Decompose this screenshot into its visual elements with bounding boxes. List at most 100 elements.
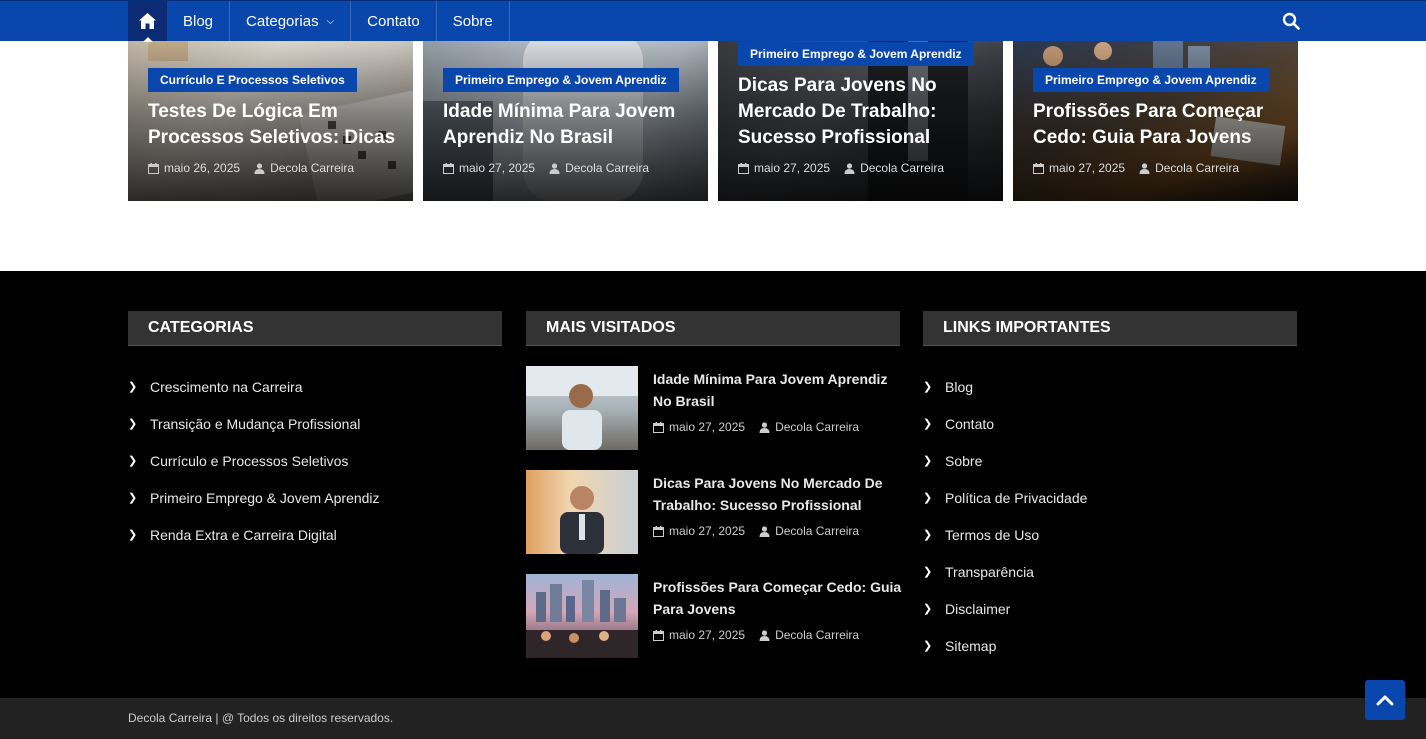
- footer-link-label: Termos de Uso: [945, 526, 1040, 543]
- calendar-icon: [653, 629, 664, 641]
- footer-link-label: Sobre: [945, 452, 983, 469]
- nav-blog[interactable]: Blog: [167, 1, 231, 41]
- chevron-right-icon: ❯: [923, 455, 933, 467]
- footer-link-label: Política de Privacidade: [945, 489, 1088, 506]
- featured-card[interactable]: Primeiro Emprego & Jovem Aprendiz Profis…: [1013, 41, 1298, 201]
- nav-contato[interactable]: Contato: [351, 1, 437, 41]
- featured-card[interactable]: Primeiro Emprego & Jovem Aprendiz Dicas …: [718, 41, 1003, 201]
- post-date: maio 27, 2025: [669, 628, 746, 642]
- category-link-label: Crescimento na Carreira: [150, 378, 303, 395]
- user-icon: [759, 629, 770, 641]
- category-link-label: Currículo e Processos Seletivos: [150, 452, 349, 469]
- category-link[interactable]: ❯ Currículo e Processos Seletivos: [128, 442, 502, 479]
- user-icon: [549, 162, 560, 174]
- card-date: maio 26, 2025: [164, 161, 241, 175]
- chevron-right-icon: ❯: [923, 492, 933, 504]
- post-date: maio 27, 2025: [669, 524, 746, 538]
- links-list: ❯ Blog ❯ Contato ❯ Sobre ❯ Política de Priva…: [923, 368, 1297, 664]
- footer-important-links: LINKS IMPORTANTES ❯ Blog ❯ Contato ❯ Sobre …: [923, 311, 1297, 664]
- footer-link[interactable]: ❯ Sobre: [923, 442, 1297, 479]
- home-icon: [139, 13, 156, 29]
- calendar-icon: [148, 162, 159, 174]
- card-author[interactable]: Decola Carreira: [1155, 161, 1239, 175]
- footer-link-label: Disclaimer: [945, 600, 1011, 617]
- category-link-label: Primeiro Emprego & Jovem Aprendiz: [150, 489, 380, 506]
- most-visited-post[interactable]: Dicas Para Jovens No Mercado De Trabalho…: [526, 470, 900, 554]
- post-title[interactable]: Dicas Para Jovens No Mercado De Trabalho…: [653, 472, 903, 516]
- card-title[interactable]: Idade Mínima Para Jovem Aprendiz No Bras…: [443, 99, 694, 151]
- top-navigation: Blog Categorias ⌵ Contato Sobre: [0, 0, 1426, 42]
- card-meta: maio 27, 2025 Decola Carreira: [443, 161, 663, 175]
- search-icon[interactable]: [1282, 12, 1300, 30]
- footer-link[interactable]: ❯ Termos de Uso: [923, 516, 1297, 553]
- copyright-text: Decola Carreira | @ Todos os direitos re…: [128, 711, 394, 725]
- category-badge[interactable]: Currículo E Processos Seletivos: [148, 68, 357, 92]
- category-link[interactable]: ❯ Transição e Mudança Profissional: [128, 405, 502, 442]
- categories-list: ❯ Crescimento na Carreira ❯ Transição e Mu…: [128, 368, 502, 553]
- post-author[interactable]: Decola Carreira: [775, 524, 859, 538]
- category-link[interactable]: ❯ Crescimento na Carreira: [128, 368, 502, 405]
- footer-link[interactable]: ❯ Política de Privacidade: [923, 479, 1297, 516]
- calendar-icon: [1033, 162, 1044, 174]
- card-date: maio 27, 2025: [1049, 161, 1126, 175]
- category-link-label: Transição e Mudança Profissional: [150, 415, 361, 432]
- featured-card[interactable]: Primeiro Emprego & Jovem Aprendiz Idade …: [423, 41, 708, 201]
- calendar-icon: [443, 162, 454, 174]
- card-title[interactable]: Testes De Lógica Em Processos Seletivos:…: [148, 99, 399, 151]
- post-title[interactable]: Profissões Para Começar Cedo: Guia Para …: [653, 576, 903, 620]
- categories-heading: CATEGORIAS: [128, 311, 502, 346]
- nav-sobre[interactable]: Sobre: [437, 1, 510, 41]
- footer-link[interactable]: ❯ Sitemap: [923, 627, 1297, 664]
- calendar-icon: [738, 162, 749, 174]
- card-title[interactable]: Profissões Para Começar Cedo: Guia Para …: [1033, 99, 1284, 151]
- footer-link-label: Blog: [945, 378, 974, 395]
- most-visited-post[interactable]: Idade Mínima Para Jovem Aprendiz No Bras…: [526, 366, 900, 450]
- footer-bottom-bar: Decola Carreira | @ Todos os direitos re…: [0, 698, 1426, 739]
- calendar-icon: [653, 525, 664, 537]
- post-title[interactable]: Idade Mínima Para Jovem Aprendiz No Bras…: [653, 368, 903, 412]
- chevron-right-icon: ❯: [128, 455, 138, 467]
- chevron-right-icon: ❯: [923, 603, 933, 615]
- card-title[interactable]: Dicas Para Jovens No Mercado De Trabalho…: [738, 73, 989, 151]
- user-icon: [759, 525, 770, 537]
- nav-categorias[interactable]: Categorias ⌵: [230, 1, 352, 41]
- back-to-top-button[interactable]: [1365, 680, 1405, 720]
- chevron-right-icon: ❯: [923, 418, 933, 430]
- card-meta: maio 27, 2025 Decola Carreira: [738, 161, 958, 175]
- nav-contato-label: Contato: [367, 12, 420, 30]
- nav-blog-label: Blog: [183, 12, 214, 30]
- user-icon: [254, 162, 265, 174]
- chevron-right-icon: ❯: [923, 566, 933, 578]
- card-date: maio 27, 2025: [754, 161, 831, 175]
- footer-link-label: Transparência: [945, 563, 1034, 580]
- most-visited-post[interactable]: Profissões Para Começar Cedo: Guia Para …: [526, 574, 903, 658]
- most-visited-heading: MAIS VISITADOS: [526, 311, 900, 346]
- user-icon: [1139, 162, 1150, 174]
- post-thumbnail[interactable]: [526, 366, 638, 450]
- card-author[interactable]: Decola Carreira: [860, 161, 944, 175]
- post-author[interactable]: Decola Carreira: [775, 420, 859, 434]
- footer-link-label: Sitemap: [945, 637, 997, 654]
- footer-link[interactable]: ❯ Disclaimer: [923, 590, 1297, 627]
- category-link[interactable]: ❯ Primeiro Emprego & Jovem Aprendiz: [128, 479, 502, 516]
- category-badge[interactable]: Primeiro Emprego & Jovem Aprendiz: [738, 42, 974, 66]
- featured-card[interactable]: Currículo E Processos Seletivos Testes D…: [128, 41, 413, 201]
- post-meta: maio 27, 2025 Decola Carreira: [653, 524, 873, 538]
- card-author[interactable]: Decola Carreira: [270, 161, 354, 175]
- post-thumbnail[interactable]: [526, 574, 638, 658]
- card-meta: maio 27, 2025 Decola Carreira: [1033, 161, 1253, 175]
- home-button[interactable]: [128, 1, 167, 42]
- card-date: maio 27, 2025: [459, 161, 536, 175]
- chevron-right-icon: ❯: [128, 418, 138, 430]
- category-link[interactable]: ❯ Renda Extra e Carreira Digital: [128, 516, 502, 553]
- category-badge[interactable]: Primeiro Emprego & Jovem Aprendiz: [443, 68, 679, 92]
- footer-link[interactable]: ❯ Contato: [923, 405, 1297, 442]
- post-thumbnail[interactable]: [526, 470, 638, 554]
- footer-link[interactable]: ❯ Blog: [923, 368, 1297, 405]
- category-badge[interactable]: Primeiro Emprego & Jovem Aprendiz: [1033, 68, 1269, 92]
- card-author[interactable]: Decola Carreira: [565, 161, 649, 175]
- footer-link[interactable]: ❯ Transparência: [923, 553, 1297, 590]
- post-date: maio 27, 2025: [669, 420, 746, 434]
- post-author[interactable]: Decola Carreira: [775, 628, 859, 642]
- footer: CATEGORIAS ❯ Crescimento na Carreira ❯ Tra…: [0, 271, 1426, 698]
